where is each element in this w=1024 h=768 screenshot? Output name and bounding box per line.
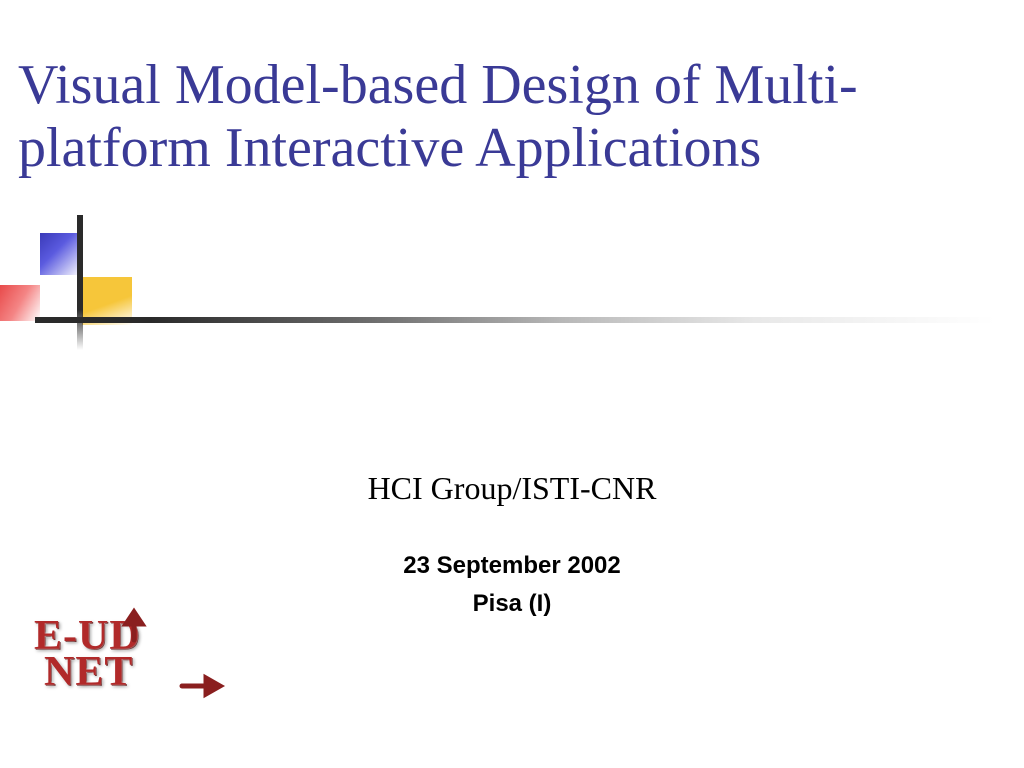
decor-horizontal-rule (35, 317, 995, 323)
eud-net-logo: E-UD NET (30, 618, 230, 738)
title-decoration (0, 215, 1024, 355)
logo-arrow-up-icon (122, 612, 146, 642)
decor-yellow-square-icon (82, 277, 132, 325)
logo-arrow-right-icon (180, 674, 220, 698)
decor-blue-square-icon (40, 233, 82, 275)
slide-place: Pisa (I) (0, 590, 1024, 618)
decor-vertical-bar (77, 215, 83, 350)
decor-red-square-icon (0, 285, 40, 321)
slide-subtitle: HCI Group/ISTI-CNR (0, 470, 1024, 507)
slide-title: Visual Model-based Design of Multi-platf… (18, 54, 1008, 179)
slide-date: 23 September 2002 (0, 552, 1024, 580)
slide: Visual Model-based Design of Multi-platf… (0, 0, 1024, 768)
